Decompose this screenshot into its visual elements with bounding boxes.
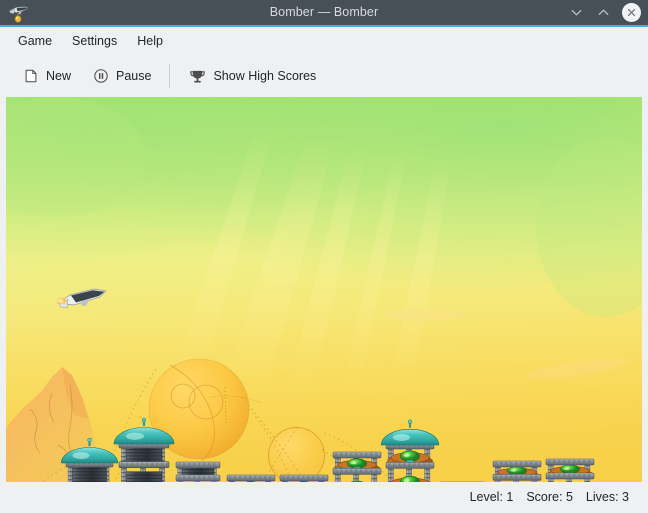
- new-game-button[interactable]: New: [12, 63, 80, 90]
- game-area-wrapper: [0, 97, 648, 482]
- bomber-window: Bomber — Bomber Game Settings Help New P…: [0, 0, 648, 513]
- window-title: Bomber — Bomber: [269, 4, 379, 19]
- window-titlebar: Bomber — Bomber: [0, 0, 648, 27]
- menu-bar: Game Settings Help: [0, 27, 648, 55]
- building-1: [113, 417, 175, 482]
- document-new-icon: [21, 67, 40, 86]
- toolbar-separator: [169, 64, 171, 88]
- main-toolbar: New Pause Show High Scores: [0, 55, 648, 97]
- building-8: [492, 460, 542, 482]
- building-6: [380, 419, 440, 482]
- menu-item-settings[interactable]: Settings: [62, 30, 127, 52]
- window-controls: [568, 3, 641, 22]
- pause-label: Pause: [116, 69, 152, 83]
- close-x-icon: [627, 8, 636, 17]
- menu-item-help[interactable]: Help: [127, 30, 173, 52]
- building-row: [60, 417, 595, 482]
- pause-circle-icon: [91, 67, 110, 86]
- building-3: [226, 474, 276, 482]
- building-9: [545, 458, 595, 482]
- bomber-plane-icon: [6, 2, 32, 24]
- game-canvas[interactable]: [6, 97, 642, 482]
- close-button[interactable]: [622, 3, 641, 22]
- status-lives: Lives: 3: [585, 490, 629, 504]
- building-4: [279, 474, 329, 482]
- status-bar: Level: 1 Score: 5 Lives: 3: [0, 481, 648, 513]
- show-high-scores-label: Show High Scores: [213, 69, 317, 83]
- show-high-scores-button[interactable]: Show High Scores: [179, 63, 325, 90]
- pause-button[interactable]: Pause: [82, 63, 160, 90]
- trophy-icon: [188, 67, 207, 86]
- status-level: Level: 1: [469, 490, 514, 504]
- minimize-button[interactable]: [568, 4, 585, 21]
- building-2: [175, 461, 221, 482]
- building-5: [332, 451, 382, 482]
- maximize-button[interactable]: [595, 4, 612, 21]
- building-0: [60, 437, 119, 482]
- status-score: Score: 5: [526, 490, 573, 504]
- new-game-label: New: [46, 69, 72, 83]
- menu-item-game[interactable]: Game: [8, 30, 62, 52]
